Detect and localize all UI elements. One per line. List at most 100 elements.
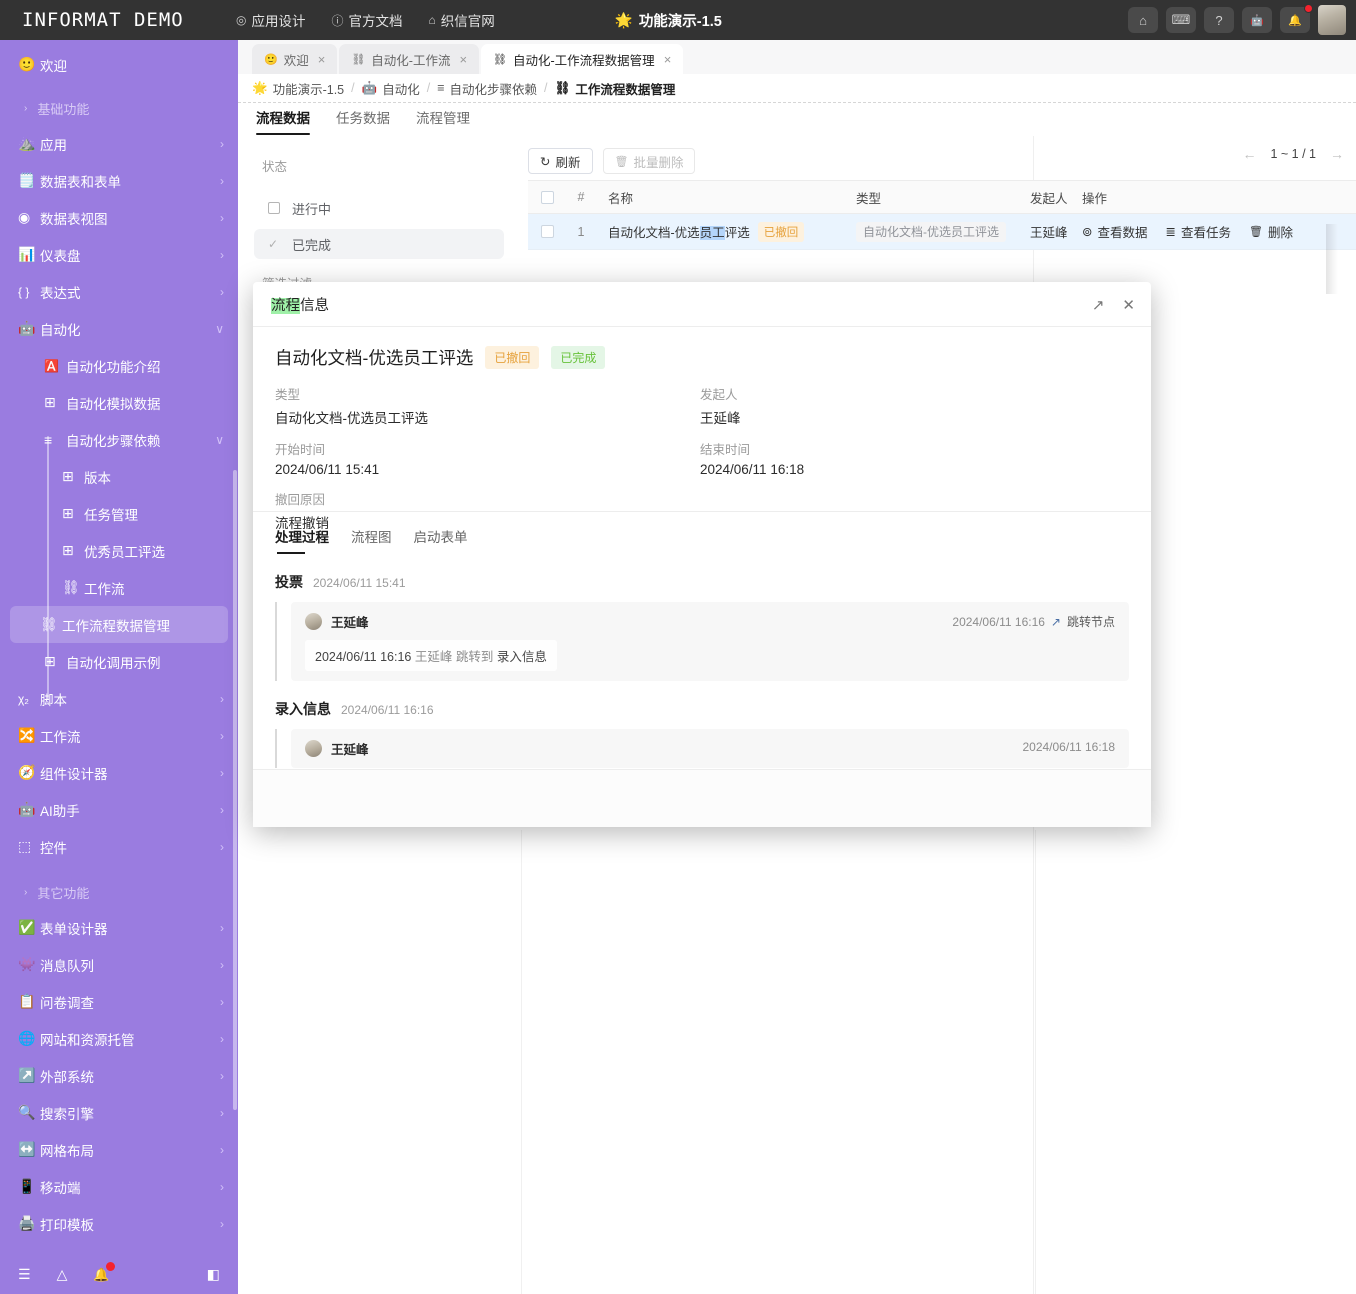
tab-label: 自动化-工作流程数据管理 — [513, 53, 655, 68]
tab-label: 自动化-工作流 — [371, 53, 451, 68]
close-icon[interactable]: × — [664, 52, 672, 67]
sidebar-item-message-queue[interactable]: 👾 消息队列 › — [0, 946, 238, 983]
tab-flow-chart[interactable]: 流程图 — [351, 526, 392, 554]
help-glyph: ? — [1215, 12, 1223, 28]
row-name-cell: 自动化文档-优选员工评选 已撤回 — [596, 221, 844, 242]
view-data-button[interactable]: ⊚ 查看数据 — [1082, 222, 1148, 241]
tab-process-management[interactable]: 流程管理 — [416, 107, 470, 133]
row-type-cell: 自动化文档-优选员工评选 — [844, 222, 1022, 242]
sidebar-scrollbar[interactable] — [233, 470, 237, 1110]
table-icon: 🗒️ — [18, 172, 36, 188]
sidebar-item-print-template[interactable]: 🖨️ 打印模板 › — [0, 1205, 238, 1242]
sidebar-item-search-engine[interactable]: 🔍 搜索引擎 › — [0, 1094, 238, 1131]
bell-icon[interactable]: 🔔 — [93, 1261, 115, 1283]
upload-icon[interactable]: △ — [57, 1266, 68, 1283]
sidebar-item-mobile[interactable]: 📱 移动端 › — [0, 1168, 238, 1205]
tab-start-form[interactable]: 启动表单 — [414, 526, 468, 554]
sidebar-item-component-designer[interactable]: 🧭 组件设计器 › — [0, 754, 238, 791]
sidebar-item-label: 打印模板 — [40, 1217, 94, 1233]
sidebar-item-automation-step-deps[interactable]: ≡ 自动化步骤依赖 ∨ — [0, 421, 238, 458]
row-checkbox[interactable] — [528, 225, 566, 238]
tab-process-history[interactable]: 处理过程 — [275, 526, 329, 554]
menu-icon[interactable]: ☰ — [18, 1266, 31, 1283]
sidebar-item-survey[interactable]: 📋 问卷调查 › — [0, 983, 238, 1020]
view-task-button[interactable]: ≣ 查看任务 — [1166, 222, 1232, 241]
breadcrumb-item-automation[interactable]: 🤖 自动化 — [362, 79, 420, 98]
robot-glyph: 🤖 — [1250, 14, 1264, 27]
sidebar-item-tables-forms[interactable]: 🗒️ 数据表和表单 › — [0, 162, 238, 199]
topnav-item-app-design[interactable]: ◎ 应用设计 — [236, 10, 305, 30]
sidebar-item-workflow-root[interactable]: 🔀 工作流 › — [0, 717, 238, 754]
sidebar-item-automation[interactable]: 🤖 自动化 ∨ — [0, 310, 238, 347]
row-name-selected: 员工 — [699, 226, 725, 240]
sidebar-item-workflow-data-management[interactable]: ⛓ 工作流程数据管理 — [10, 606, 228, 643]
database-icon: ≡ — [437, 81, 445, 95]
sidebar-item-dashboard[interactable]: 📊 仪表盘 › — [0, 236, 238, 273]
tab-automation-workflow-data-management[interactable]: ⛓ 自动化-工作流程数据管理 × — [481, 44, 684, 74]
table-icon: ⊞ — [62, 542, 74, 558]
feedback-icon[interactable]: ⌨ — [1166, 7, 1196, 33]
close-icon[interactable]: × — [318, 52, 326, 67]
sidebar-item-automation-call-example[interactable]: ⊞ 自动化调用示例 — [0, 643, 238, 680]
sidebar-item-apps[interactable]: ⛰️ 应用 › — [0, 125, 238, 162]
tab-welcome[interactable]: 🙂 欢迎 × — [252, 44, 338, 74]
filter-option-in-progress[interactable]: 进行中 — [254, 193, 504, 223]
sidebar-item-automation-intro[interactable]: 🅰️ 自动化功能介绍 — [0, 347, 238, 384]
field-label-end-time: 结束时间 — [700, 443, 751, 457]
sidebar-item-external-system[interactable]: ↗️ 外部系统 › — [0, 1057, 238, 1094]
delete-button[interactable]: 🗑 删除 — [1249, 222, 1293, 241]
sidebar-item-grid-layout[interactable]: ↔️ 网格布局 › — [0, 1131, 238, 1168]
sidebar-item-label: 网格布局 — [40, 1143, 94, 1159]
sidebar-item-task-management[interactable]: ⊞ 任务管理 — [0, 495, 238, 532]
sidebar-item-form-designer[interactable]: ✅ 表单设计器 › — [0, 909, 238, 946]
sidebar-group-other[interactable]: › 其它功能 — [0, 875, 238, 909]
detail-user: 王延峰 — [414, 650, 453, 664]
panel-toggle-icon[interactable]: ◧ — [207, 1266, 220, 1283]
close-icon[interactable]: ✕ — [1122, 296, 1135, 314]
chevron-right-icon: › — [220, 728, 224, 743]
sidebar-item-welcome[interactable]: 🙂 欢迎 — [0, 46, 238, 83]
sidebar-item-table-views[interactable]: ◉ 数据表视图 › — [0, 199, 238, 236]
close-icon[interactable]: × — [459, 52, 467, 67]
chevron-right-icon: › — [220, 691, 224, 706]
sidebar-item-excellent-employee[interactable]: ⊞ 优秀员工评选 — [0, 532, 238, 569]
sidebar-item-ai-assistant[interactable]: 🤖 AI助手 › — [0, 791, 238, 828]
breadcrumb-item-step-deps[interactable]: ≡ 自动化步骤依赖 — [437, 79, 537, 98]
prev-page-button[interactable]: ← — [1242, 146, 1256, 162]
sidebar-item-workflow[interactable]: ⛓ 工作流 — [0, 569, 238, 606]
type-chip: 自动化文档-优选员工评选 — [856, 222, 1006, 242]
tab-task-data[interactable]: 任务数据 — [336, 107, 390, 133]
breadcrumb-item-app[interactable]: 🌟 功能演示-1.5 — [252, 79, 344, 98]
expand-icon[interactable]: ↗ — [1092, 296, 1105, 314]
topnav-item-website[interactable]: ⌂ 织信官网 — [429, 10, 495, 30]
topnav-item-docs[interactable]: ⓘ 官方文档 — [331, 10, 402, 30]
avatar — [305, 613, 322, 630]
sidebar-item-expression[interactable]: { } 表达式 › — [0, 273, 238, 310]
select-all-checkbox[interactable] — [528, 190, 566, 204]
chevron-right-icon: › — [220, 1068, 224, 1083]
node-user-name: 王延峰 — [331, 616, 369, 630]
tab-automation-workflow[interactable]: ⛓ 自动化-工作流 × — [339, 44, 480, 74]
node-header: 投票 2024/06/11 15:41 — [275, 572, 1129, 592]
tab-process-data[interactable]: 流程数据 — [256, 107, 310, 135]
sidebar-item-script[interactable]: χ₂ 脚本 › — [0, 680, 238, 717]
next-page-button[interactable]: → — [1330, 146, 1344, 162]
help-icon[interactable]: ? — [1204, 7, 1234, 33]
row-name-post: 评选 — [724, 226, 750, 240]
home-icon[interactable]: ⌂ — [1128, 7, 1158, 33]
sidebar-item-controls[interactable]: ⬚ 控件 › — [0, 828, 238, 865]
sidebar-group-basic[interactable]: › 基础功能 — [0, 91, 238, 125]
batch-delete-button[interactable]: 🗑 批量删除 — [602, 148, 696, 174]
table-row[interactable]: 1 自动化文档-优选员工评选 已撤回 自动化文档-优选员工评选 王延峰 ⊚ 查看… — [528, 214, 1356, 250]
sidebar-item-automation-mock-data[interactable]: ⊞ 自动化模拟数据 — [0, 384, 238, 421]
sidebar-item-website-hosting[interactable]: 🌐 网站和资源托管 › — [0, 1020, 238, 1057]
sidebar-item-label: 消息队列 — [40, 958, 94, 974]
chevron-right-icon: › — [220, 1179, 224, 1194]
avatar[interactable] — [1318, 5, 1346, 35]
refresh-button[interactable]: ↻ 刷新 — [528, 148, 593, 174]
filter-option-completed[interactable]: ✓ 已完成 — [254, 229, 504, 259]
bell-icon[interactable]: 🔔 — [1280, 4, 1313, 33]
robot-icon[interactable]: 🤖 — [1242, 7, 1272, 33]
star-icon: 🌟 — [614, 12, 633, 29]
sidebar-item-version[interactable]: ⊞ 版本 — [0, 458, 238, 495]
